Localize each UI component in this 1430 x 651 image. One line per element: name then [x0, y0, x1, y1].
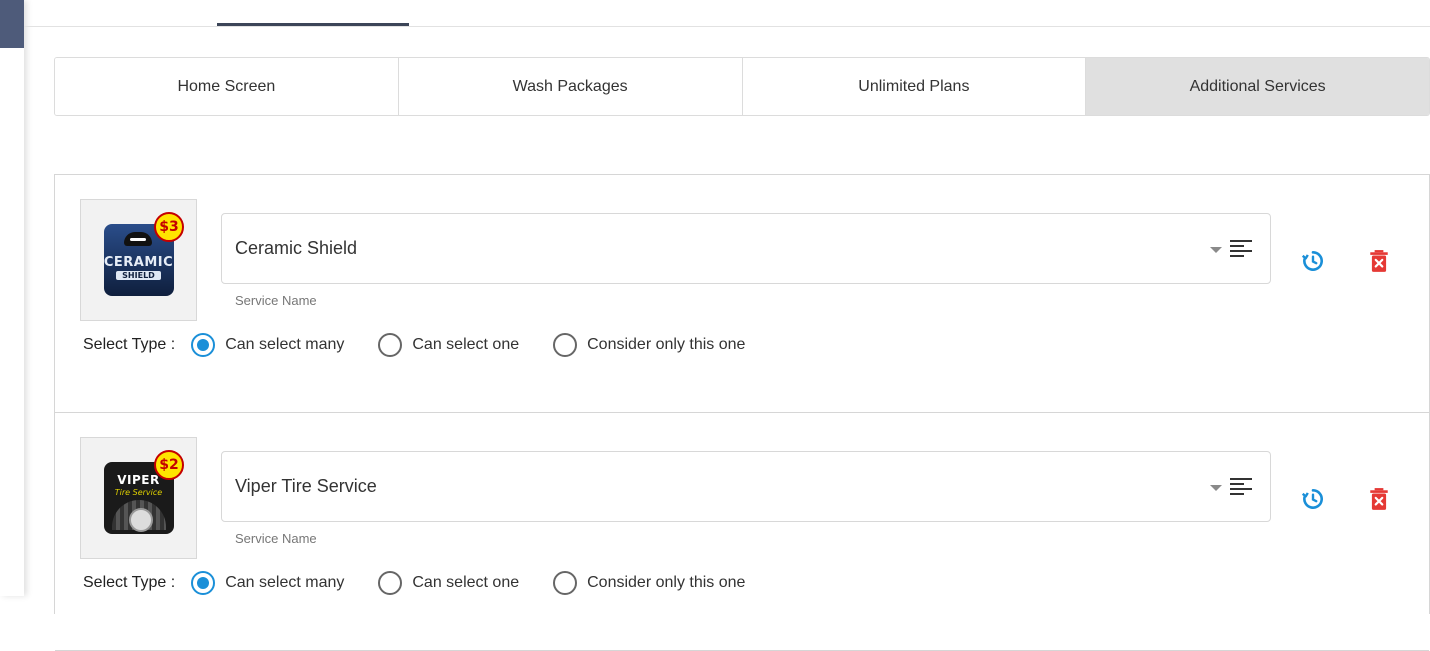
radio-checked-icon[interactable]: [191, 333, 216, 357]
delete-button[interactable]: [1365, 485, 1393, 513]
radio-label: Can select many: [225, 574, 345, 591]
service-item-viper-tire-service: VIPER Tire Service $2 Viper Tire Service…: [55, 413, 1429, 651]
rail-accent: [0, 0, 24, 48]
service-name-label: Service Name: [235, 293, 317, 308]
service-name-select[interactable]: Ceramic Shield: [221, 213, 1271, 284]
radio-label: Consider only this one: [587, 574, 746, 591]
service-name-select[interactable]: Viper Tire Service: [221, 451, 1271, 522]
service-item-ceramic-shield: CERAMIC SHIELD $3 Ceramic Shield Service…: [55, 175, 1429, 413]
tab-wash-packages[interactable]: Wash Packages: [398, 58, 743, 115]
trash-icon: [1370, 488, 1388, 510]
radio-label: Consider only this one: [587, 336, 746, 353]
radio-consider-only-this-one[interactable]: Consider only this one: [553, 571, 745, 595]
delete-button[interactable]: [1365, 247, 1393, 275]
select-type-label: Select Type :: [83, 574, 176, 591]
radio-label: Can select one: [412, 574, 520, 591]
history-icon: [1301, 489, 1323, 509]
logo-text-top: CERAMIC: [103, 254, 174, 270]
radio-label: Can select one: [412, 336, 520, 353]
active-tab-underline: [217, 23, 409, 26]
tab-unlimited-plans[interactable]: Unlimited Plans: [742, 58, 1087, 115]
logo-text-bottom: Tire Service: [114, 487, 163, 497]
radio-unchecked-icon[interactable]: [378, 333, 403, 357]
align-left-icon[interactable]: [1230, 239, 1252, 259]
select-type-label: Select Type :: [83, 336, 176, 353]
history-icon: [1301, 251, 1323, 271]
radio-label: Can select many: [225, 336, 345, 353]
history-button[interactable]: [1299, 247, 1327, 275]
radio-unchecked-icon[interactable]: [378, 571, 403, 595]
chevron-down-icon[interactable]: [1210, 485, 1222, 491]
price-badge: $3: [154, 212, 184, 242]
select-type-group: Select Type : Can select many Can select…: [83, 571, 779, 595]
left-rail: [0, 0, 24, 596]
top-strip: [24, 0, 1430, 27]
chevron-down-icon[interactable]: [1210, 247, 1222, 253]
radio-can-select-many[interactable]: Can select many: [191, 571, 344, 595]
radio-can-select-one[interactable]: Can select one: [378, 333, 519, 357]
tab-home-screen[interactable]: Home Screen: [55, 58, 399, 115]
price-badge: $2: [154, 450, 184, 480]
ninja-mask-icon: [123, 232, 152, 246]
radio-can-select-one[interactable]: Can select one: [378, 571, 519, 595]
service-name-label: Service Name: [235, 531, 317, 546]
radio-unchecked-icon[interactable]: [553, 571, 578, 595]
radio-unchecked-icon[interactable]: [553, 333, 578, 357]
align-left-icon[interactable]: [1230, 477, 1252, 497]
logo-text-top: VIPER: [117, 472, 160, 487]
service-image[interactable]: VIPER Tire Service $2: [80, 437, 197, 559]
tire-icon: [111, 499, 166, 532]
radio-consider-only-this-one[interactable]: Consider only this one: [553, 333, 745, 357]
trash-icon: [1370, 250, 1388, 272]
services-list: CERAMIC SHIELD $3 Ceramic Shield Service…: [54, 174, 1430, 651]
history-button[interactable]: [1299, 485, 1327, 513]
logo-text-bottom: SHIELD: [116, 270, 161, 280]
service-image[interactable]: CERAMIC SHIELD $3: [80, 199, 197, 321]
radio-can-select-many[interactable]: Can select many: [191, 333, 344, 357]
tab-additional-services[interactable]: Additional Services: [1086, 58, 1429, 115]
service-name-value: Ceramic Shield: [235, 238, 358, 258]
service-name-value: Viper Tire Service: [235, 476, 377, 496]
radio-checked-icon[interactable]: [191, 571, 216, 595]
select-type-group: Select Type : Can select many Can select…: [83, 333, 779, 357]
section-tabs: Home Screen Wash Packages Unlimited Plan…: [54, 57, 1430, 116]
